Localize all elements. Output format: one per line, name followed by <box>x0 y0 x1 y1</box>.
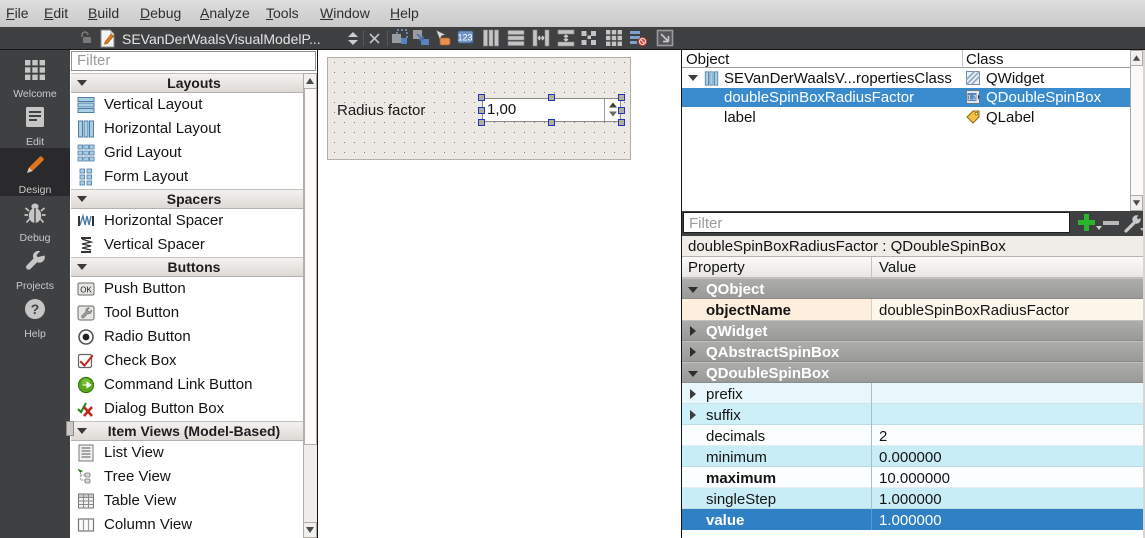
svg-text:1.2: 1.2 <box>967 95 976 102</box>
svg-text:123: 123 <box>457 33 472 43</box>
svg-text:OK: OK <box>80 286 92 295</box>
svg-text:?: ? <box>31 301 40 317</box>
